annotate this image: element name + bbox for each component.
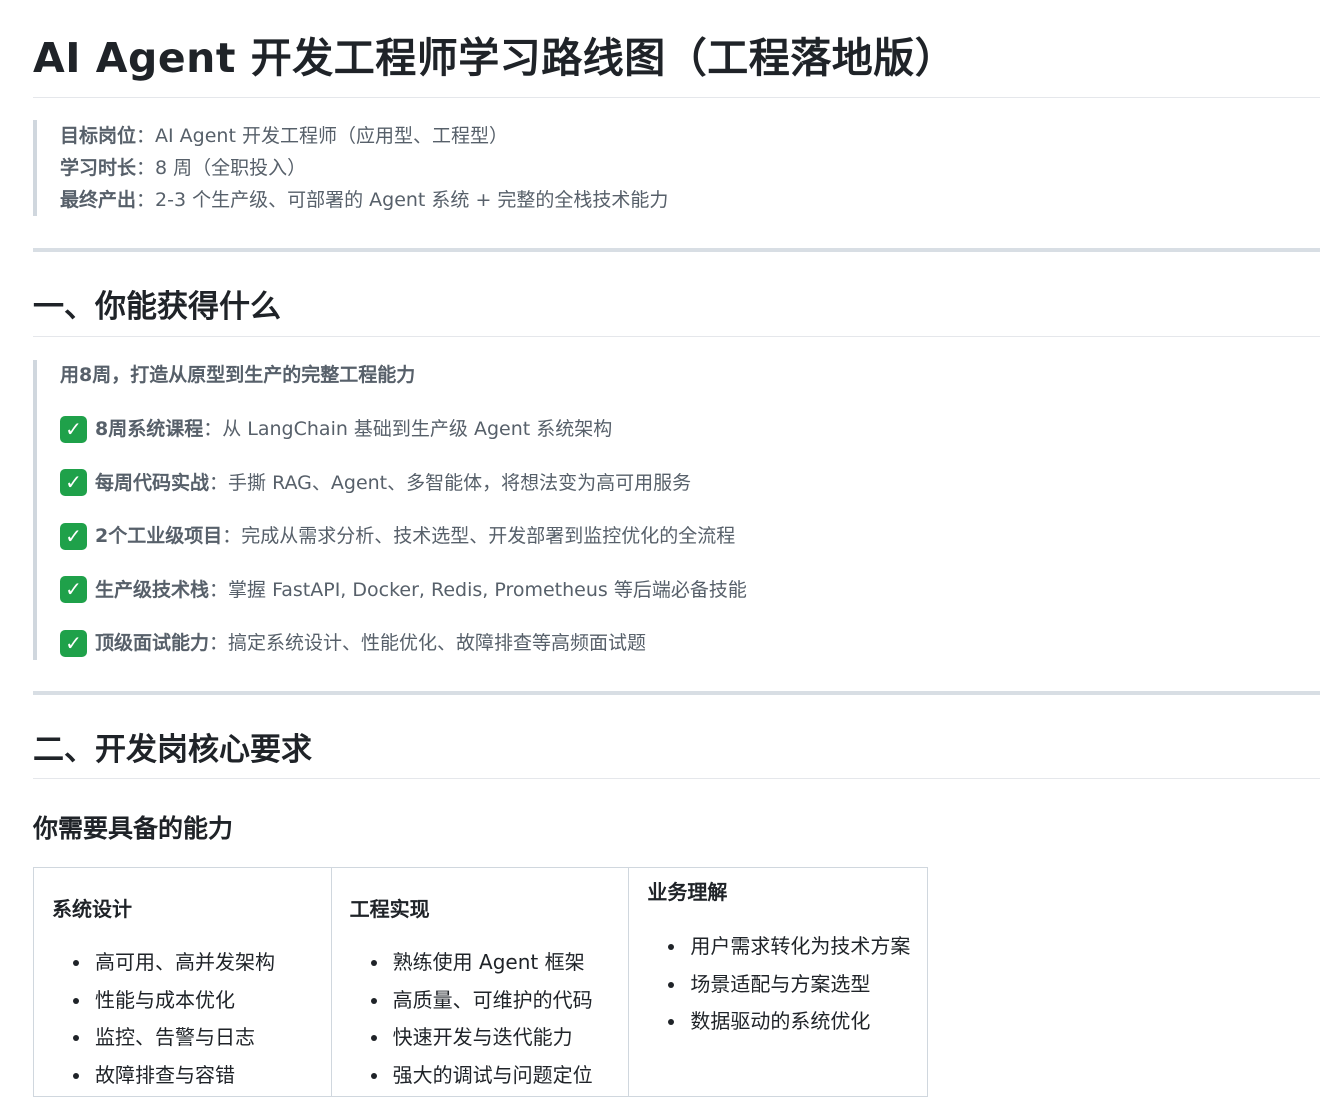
list-item: 高质量、可维护的代码 [370, 984, 615, 1016]
meta-separator: ： [136, 125, 156, 147]
benefit-separator: ： [209, 632, 229, 654]
check-mark-icon: ✓ [60, 522, 87, 550]
meta-separator: ： [136, 157, 156, 179]
check-mark-icon: ✓ [60, 629, 87, 657]
benefits-lead: 用8周，打造从原型到生产的完整工程能力 [60, 364, 416, 386]
list-item: 熟练使用 Agent 框架 [370, 946, 615, 978]
benefit-text: 完成从需求分析、技术选型、开发部署到监控优化的全流程 [241, 525, 736, 547]
meta-separator: ： [136, 189, 156, 211]
benefit-separator: ： [203, 418, 223, 440]
section-divider [33, 248, 1320, 252]
abilities-table: 系统设计 高可用、高并发架构 性能与成本优化 监控、告警与日志 故障排查与容错 … [33, 867, 928, 1097]
meta-target-role: 目标岗位：AI Agent 开发工程师（应用型、工程型） [60, 120, 1233, 152]
column-list: 熟练使用 Agent 框架 高质量、可维护的代码 快速开发与迭代能力 强大的调试… [350, 946, 615, 1096]
list-item: 监控、告警与日志 [73, 1021, 317, 1053]
section-divider [33, 691, 1320, 695]
abilities-column-system-design: 系统设计 高可用、高并发架构 性能与成本优化 监控、告警与日志 故障排查与容错 [34, 868, 332, 1096]
benefit-separator: ： [222, 525, 242, 547]
meta-blockquote: 目标岗位：AI Agent 开发工程师（应用型、工程型） 学习时长：8 周（全职… [33, 120, 1233, 216]
benefit-separator: ： [209, 578, 229, 601]
column-header: 工程实现 [349, 897, 430, 921]
list-item: 数据驱动的系统优化 [668, 1005, 913, 1037]
benefit-text: 掌握 FastAPI, Docker, Redis, Prometheus 等后… [228, 578, 747, 601]
benefits-blockquote: 用8周，打造从原型到生产的完整工程能力 ✓ 8周系统课程：从 LangChain … [33, 360, 1233, 660]
abilities-column-business: 业务理解 用户需求转化为技术方案 场景适配与方案选型 数据驱动的系统优化 [629, 868, 927, 1096]
check-mark-icon: ✓ [60, 576, 87, 603]
title-divider [33, 97, 1320, 98]
meta-value: 2-3 个生产级、可部署的 Agent 系统 + 完整的全栈技术能力 [155, 189, 669, 211]
meta-duration: 学习时长：8 周（全职投入） [60, 152, 1233, 184]
column-list: 用户需求转化为技术方案 场景适配与方案选型 数据驱动的系统优化 [647, 930, 913, 1043]
benefit-label: 8周系统课程 [95, 418, 204, 440]
section1-heading-divider [33, 336, 1320, 337]
section2-heading-divider [33, 778, 1320, 779]
benefit-text: 手撕 RAG、Agent、多智能体，将想法变为高可用服务 [228, 471, 692, 494]
section2-heading: 二、开发岗核心要求 [33, 732, 312, 768]
list-item: 场景适配与方案选型 [668, 968, 913, 1000]
check-mark-icon: ✓ [60, 415, 87, 443]
column-list: 高可用、高并发架构 性能与成本优化 监控、告警与日志 故障排查与容错 [52, 946, 317, 1096]
benefit-item: ✓ 每周代码实战：手撕 RAG、Agent、多智能体，将想法变为高可用服务 [60, 468, 1233, 498]
benefit-separator: ： [209, 471, 229, 494]
benefit-label: 2个工业级项目 [95, 525, 223, 547]
list-item: 用户需求转化为技术方案 [668, 930, 913, 962]
abilities-column-engineering: 工程实现 熟练使用 Agent 框架 高质量、可维护的代码 快速开发与迭代能力 … [332, 868, 630, 1096]
list-item: 强大的调试与问题定位 [370, 1059, 615, 1091]
benefit-label: 每周代码实战 [95, 471, 210, 494]
list-item: 快速开发与迭代能力 [370, 1021, 615, 1053]
benefit-item: ✓ 2个工业级项目：完成从需求分析、技术选型、开发部署到监控优化的全流程 [60, 521, 1233, 551]
check-mark-icon: ✓ [60, 469, 87, 496]
meta-label: 最终产出 [60, 189, 137, 211]
benefit-item: ✓ 顶级面试能力：搞定系统设计、性能优化、故障排查等高频面试题 [60, 628, 1233, 658]
page-title: AI Agent 开发工程师学习路线图（工程落地版） [33, 34, 957, 82]
section1-heading: 一、你能获得什么 [33, 289, 281, 325]
benefit-item: ✓ 8周系统课程：从 LangChain 基础到生产级 Agent 系统架构 [60, 414, 1233, 444]
meta-value: AI Agent 开发工程师（应用型、工程型） [155, 125, 508, 147]
benefit-text: 搞定系统设计、性能优化、故障排查等高频面试题 [228, 632, 647, 654]
column-header: 业务理解 [647, 880, 728, 904]
benefit-label: 顶级面试能力 [95, 632, 210, 654]
column-header: 系统设计 [52, 897, 132, 921]
benefit-item: ✓ 生产级技术栈：掌握 FastAPI, Docker, Redis, Prome… [60, 575, 1233, 605]
meta-value: 8 周（全职投入） [155, 157, 307, 179]
meta-label: 目标岗位 [60, 125, 137, 147]
meta-label: 学习时长 [60, 157, 137, 179]
list-item: 性能与成本优化 [73, 984, 317, 1016]
benefit-text: 从 LangChain 基础到生产级 Agent 系统架构 [222, 418, 613, 440]
benefit-label: 生产级技术栈 [95, 578, 210, 601]
list-item: 故障排查与容错 [73, 1059, 317, 1091]
list-item: 高可用、高并发架构 [73, 946, 317, 978]
abilities-subheading: 你需要具备的能力 [33, 814, 234, 843]
meta-output: 最终产出：2-3 个生产级、可部署的 Agent 系统 + 完整的全栈技术能力 [60, 184, 1233, 216]
